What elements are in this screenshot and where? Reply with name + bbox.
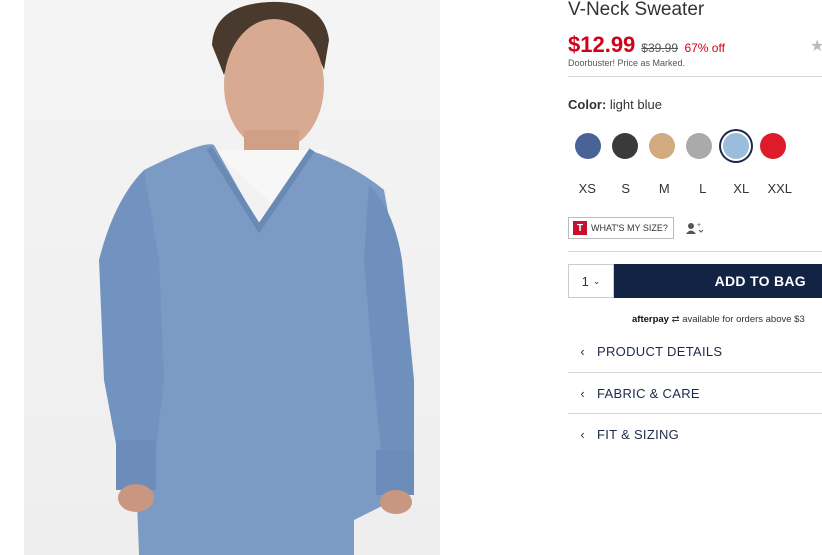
- user-profile-icon[interactable]: +: [685, 221, 705, 238]
- chevron-left-icon: ‹: [580, 426, 585, 442]
- afterpay-note: afterpay ⇄ available for orders above $3: [632, 314, 805, 325]
- accordion-fabric-care[interactable]: ‹ FABRIC & CARE: [568, 373, 822, 413]
- color-swatch[interactable]: [612, 133, 638, 159]
- rating-star-icon[interactable]: ★: [810, 36, 822, 56]
- color-swatches: [575, 133, 786, 159]
- whats-my-size-label: WHAT'S MY SIZE?: [591, 223, 668, 233]
- quantity-value: 1: [581, 273, 589, 289]
- accordion-label: FIT & SIZING: [597, 426, 680, 442]
- size-option[interactable]: XXL: [761, 181, 800, 196]
- add-to-bag-button[interactable]: ADD TO BAG: [614, 264, 822, 298]
- quantity-select[interactable]: 1 ⌄: [568, 264, 614, 298]
- divider: [568, 76, 822, 77]
- color-label-title: Color:: [568, 97, 607, 112]
- original-price: $39.99: [641, 41, 678, 55]
- size-option[interactable]: M: [645, 181, 684, 196]
- divider: [568, 251, 822, 252]
- product-image[interactable]: [24, 0, 440, 555]
- sale-price: $12.99: [568, 32, 636, 57]
- chevron-left-icon: ‹: [580, 343, 585, 359]
- selected-color-name: light blue: [609, 97, 662, 112]
- color-swatch[interactable]: [723, 133, 749, 159]
- accordion-label: PRODUCT DETAILS: [597, 343, 723, 359]
- whats-my-size-button[interactable]: T WHAT'S MY SIZE?: [568, 217, 674, 239]
- price-row: $12.99 $39.99 67% off: [568, 32, 725, 58]
- accordion-label: FABRIC & CARE: [597, 385, 700, 401]
- accordion-fit-sizing[interactable]: ‹ FIT & SIZING: [568, 414, 822, 454]
- afterpay-arrows-icon: ⇄: [671, 314, 680, 325]
- user-silhouette-icon: +: [686, 222, 704, 234]
- accordion-product-details[interactable]: ‹ PRODUCT DETAILS: [568, 331, 822, 371]
- chevron-left-icon: ‹: [580, 385, 585, 401]
- size-option[interactable]: XL: [722, 181, 761, 196]
- chevron-down-icon: ⌄: [592, 275, 601, 286]
- color-swatch[interactable]: [575, 133, 601, 159]
- product-title: V-Neck Sweater: [568, 0, 705, 20]
- color-swatch[interactable]: [686, 133, 712, 159]
- size-option[interactable]: S: [607, 181, 646, 196]
- afterpay-text: available for orders above $3: [682, 314, 805, 325]
- afterpay-logo: afterpay: [632, 314, 669, 325]
- color-swatch[interactable]: [760, 133, 786, 159]
- size-option[interactable]: XS: [568, 181, 607, 196]
- svg-text:+: +: [697, 222, 701, 229]
- model-wearing-sweater-illustration: [99, 1, 414, 555]
- color-swatch[interactable]: [649, 133, 675, 159]
- promo-text: Doorbuster! Price as Marked.: [568, 58, 686, 68]
- true-fit-logo: T: [573, 221, 587, 235]
- size-option[interactable]: L: [684, 181, 723, 196]
- discount-label: 67% off: [684, 41, 725, 55]
- color-label: Color: light blue: [568, 97, 662, 112]
- size-selector: XS S M L XL XXL: [568, 181, 799, 196]
